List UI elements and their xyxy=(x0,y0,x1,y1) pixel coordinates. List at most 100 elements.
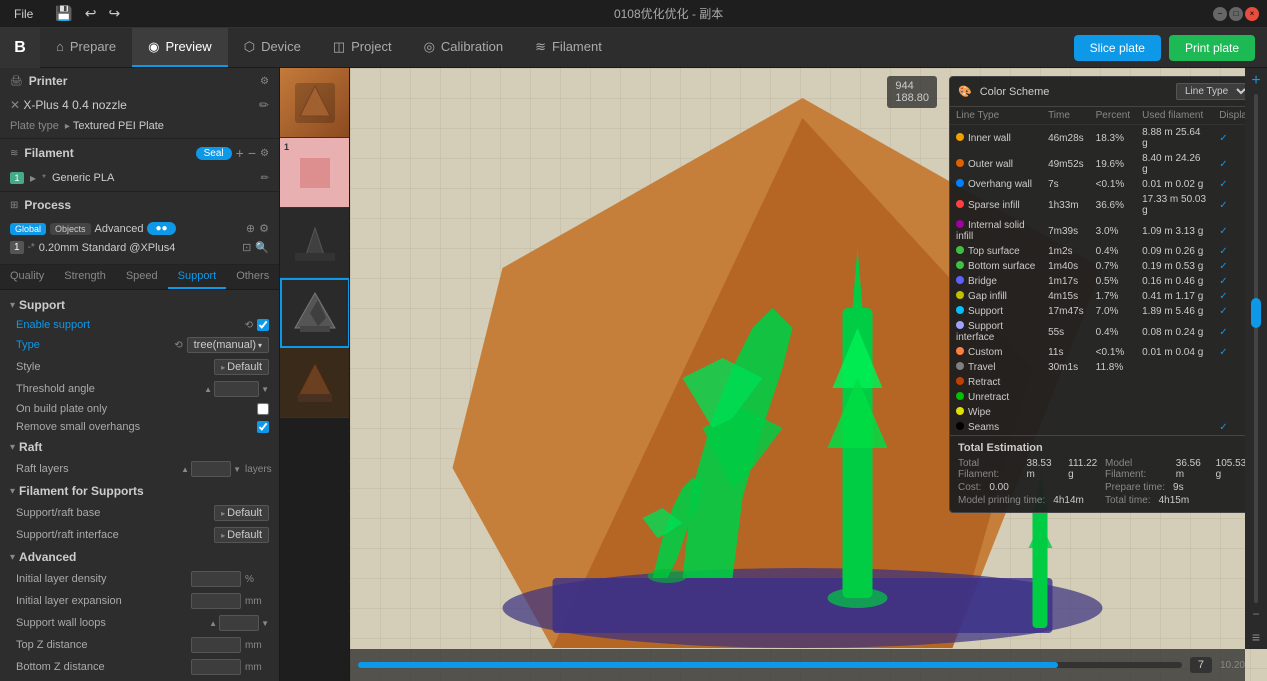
enable-support-checkbox[interactable] xyxy=(257,319,269,331)
thumbnail-1[interactable] xyxy=(280,68,350,138)
line-type-dropdown[interactable]: Line Type xyxy=(1176,83,1250,100)
tab-prepare[interactable]: ⌂ Prepare xyxy=(40,28,132,67)
raft-layers-input[interactable]: 0 xyxy=(191,461,231,477)
process-preset[interactable]: 0.20mm Standard @XPlus4 xyxy=(39,242,176,254)
preset-search-icon[interactable]: 🔍 xyxy=(255,241,269,254)
printer-edit-icon[interactable]: ✏ xyxy=(259,98,269,112)
cs-check-icon[interactable]: ✓ xyxy=(1219,422,1227,433)
raft-up-icon[interactable]: ▲ xyxy=(181,465,189,474)
print-plate-button[interactable]: Print plate xyxy=(1169,35,1255,61)
tag-objects[interactable]: Objects xyxy=(50,223,91,235)
layer-progress-fill xyxy=(358,662,1058,668)
filament-marker: * xyxy=(42,173,46,184)
layer-progress-bar[interactable] xyxy=(358,662,1182,668)
tag-global[interactable]: Global xyxy=(10,223,46,235)
type-dropdown[interactable]: tree(manual) ▾ xyxy=(187,337,269,353)
cs-check-icon[interactable]: ✓ xyxy=(1219,306,1227,317)
threshold-down-icon[interactable]: ▼ xyxy=(261,385,269,394)
cs-color-dot xyxy=(956,133,964,141)
scroll-track[interactable] xyxy=(1254,94,1258,603)
tab-filament[interactable]: ≋ Filament xyxy=(519,28,618,67)
minimize-button[interactable]: − xyxy=(1213,7,1227,21)
cs-color-dot xyxy=(956,261,964,269)
wall-loops-down-icon[interactable]: ▼ xyxy=(261,619,269,628)
save-button[interactable]: 💾 xyxy=(51,3,76,24)
slice-plate-button[interactable]: Slice plate xyxy=(1074,35,1161,61)
cs-check-icon[interactable]: ✓ xyxy=(1219,291,1227,302)
maximize-button[interactable]: □ xyxy=(1229,7,1243,21)
cs-row-pct: 11.8% xyxy=(1090,360,1136,375)
cs-check-icon[interactable]: ✓ xyxy=(1219,347,1227,358)
initial-layer-density-input[interactable]: 90 xyxy=(191,571,241,587)
seal-toggle[interactable]: Seal xyxy=(196,147,232,160)
tab-device[interactable]: ⬡ Device xyxy=(228,28,317,67)
close-button[interactable]: × xyxy=(1245,7,1259,21)
support-raft-base-dropdown[interactable]: ▸ Default xyxy=(214,505,269,521)
tab-others[interactable]: Others xyxy=(226,265,279,289)
top-z-unit: mm xyxy=(245,640,269,651)
model-filament-label: Model Filament: xyxy=(1105,458,1168,480)
scroll-up-icon[interactable]: + xyxy=(1251,72,1260,90)
cs-row-time xyxy=(1042,375,1090,390)
thumb-2-number: 1 xyxy=(284,142,289,152)
filament-remove-button[interactable]: − xyxy=(248,145,256,161)
process-section-header[interactable]: ⊞ Process xyxy=(0,192,279,218)
support-raft-interface-dropdown[interactable]: ▸ Default xyxy=(214,527,269,543)
threshold-input[interactable]: 30 xyxy=(214,381,259,397)
tab-quality[interactable]: Quality xyxy=(0,265,54,289)
thumbnail-4[interactable] xyxy=(280,278,350,348)
layers-icon[interactable]: ≡ xyxy=(1252,629,1260,645)
threshold-up-icon[interactable]: ▲ xyxy=(204,385,212,394)
cs-row-filament xyxy=(1136,420,1213,435)
cs-check-icon[interactable]: ✓ xyxy=(1219,246,1227,257)
cs-check-icon[interactable]: ✓ xyxy=(1219,200,1227,211)
col-used-filament: Used filament xyxy=(1136,107,1213,125)
preset-copy-icon[interactable]: ⊡ xyxy=(242,241,251,254)
top-z-input[interactable]: 0.2 xyxy=(191,637,241,653)
wall-loops-up-icon[interactable]: ▲ xyxy=(209,619,217,628)
printer-settings-icon[interactable]: ⚙ xyxy=(260,76,269,87)
on-build-checkbox[interactable] xyxy=(257,403,269,415)
tab-preview[interactable]: ◉ Preview xyxy=(132,28,228,67)
initial-layer-expansion-input[interactable]: 2 xyxy=(191,593,241,609)
cs-check-icon[interactable]: ✓ xyxy=(1219,179,1227,190)
filament-section-header[interactable]: ≋ Filament Seal + − ⚙ xyxy=(0,139,279,167)
tab-project[interactable]: ◫ Project xyxy=(317,28,408,67)
process-copy-icon[interactable]: ⊕ xyxy=(246,222,255,235)
raft-down-icon[interactable]: ▼ xyxy=(233,465,241,474)
bottom-z-input[interactable]: 0.2 xyxy=(191,659,241,675)
tab-strength[interactable]: Strength xyxy=(54,265,116,289)
prepare-label: Prepare time: xyxy=(1105,482,1165,493)
tab-speed[interactable]: Speed xyxy=(116,265,168,289)
line-type-select[interactable]: Line Type xyxy=(1176,83,1250,100)
thumbnail-3[interactable] xyxy=(280,208,350,278)
style-dropdown[interactable]: ▸ Default xyxy=(214,359,269,375)
advanced-toggle[interactable]: ●● xyxy=(147,222,175,235)
cs-row-name: Sparse infill xyxy=(950,192,1042,218)
scroll-down-icon[interactable]: − xyxy=(1252,607,1259,621)
printer-section-header[interactable]: 🖨 Printer ⚙ xyxy=(0,68,279,94)
process-icons: ⊕ ⚙ xyxy=(246,222,269,235)
tab-support[interactable]: Support xyxy=(168,265,227,289)
cs-check-icon[interactable]: ✓ xyxy=(1219,159,1227,170)
cs-check-icon[interactable]: ✓ xyxy=(1219,261,1227,272)
filament-edit-icon[interactable]: ✏ xyxy=(261,173,269,184)
support-wall-loops-input[interactable]: 0 xyxy=(219,615,259,631)
raft-layers-label: Raft layers xyxy=(16,463,177,475)
process-settings-icon[interactable]: ⚙ xyxy=(259,222,269,235)
cs-check-icon[interactable]: ✓ xyxy=(1219,327,1227,338)
cs-check-icon[interactable]: ✓ xyxy=(1219,133,1227,144)
undo-button[interactable]: ↩ xyxy=(81,3,101,24)
filament-settings-icon[interactable]: ⚙ xyxy=(260,148,269,159)
cs-check-icon[interactable]: ✓ xyxy=(1219,276,1227,287)
tab-calibration[interactable]: ◎ Calibration xyxy=(408,28,520,67)
plate-type-text[interactable]: Textured PEI Plate xyxy=(73,120,164,132)
thumbnail-5[interactable] xyxy=(280,348,350,418)
filament-add-button[interactable]: + xyxy=(236,145,244,161)
file-menu[interactable]: File xyxy=(8,5,39,23)
redo-button[interactable]: ↪ xyxy=(105,3,125,24)
thumbnail-2[interactable]: 1 xyxy=(280,138,350,208)
scroll-thumb[interactable] xyxy=(1251,298,1261,328)
remove-overhangs-checkbox[interactable] xyxy=(257,421,269,433)
cs-check-icon[interactable]: ✓ xyxy=(1219,226,1227,237)
